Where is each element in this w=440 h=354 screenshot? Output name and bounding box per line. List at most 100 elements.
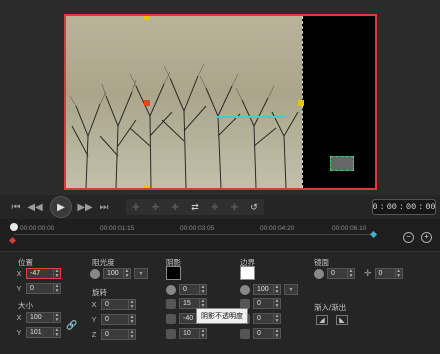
shadow-distance-input[interactable]: 10 ▲ ▼ (179, 328, 207, 339)
timecode-minutes: 00 (386, 202, 397, 212)
border-width-input[interactable]: 0 ▲ ▼ (253, 298, 281, 309)
zoom-in-icon[interactable]: + (421, 232, 432, 243)
size-x-label: X (16, 313, 22, 322)
border-dropdown[interactable]: ▼ (284, 284, 298, 295)
shadow-direction-icon (166, 313, 176, 324)
position-y-row: Y 0 ▲ ▼ (15, 283, 61, 294)
position-y-value: 0 (30, 285, 34, 292)
border-radius-input[interactable]: 0 ▲ ▼ (253, 313, 281, 324)
zoom-out-icon[interactable]: − (403, 232, 414, 243)
size-y-input[interactable]: 101 ▲ ▼ (26, 327, 61, 338)
mirror-value: 0 (378, 270, 383, 277)
border-softness-input[interactable]: 0 ▲ ▼ (253, 328, 281, 339)
spin-arrows-icon[interactable]: ▲▼ (128, 330, 135, 339)
shadow-color-swatch[interactable] (166, 266, 181, 280)
link-icon[interactable]: 🔗 (66, 320, 77, 331)
border-softness-icon (240, 328, 250, 339)
spin-arrows-icon[interactable]: ▲▼ (53, 284, 60, 293)
spin-arrows-icon[interactable]: ▲▼ (128, 315, 135, 324)
spin-arrows-icon[interactable]: ▲▼ (394, 269, 402, 278)
overlay-object[interactable] (330, 156, 354, 171)
spin-arrows-icon[interactable]: ▲▼ (53, 269, 60, 278)
timecode-frames: 00 (425, 202, 436, 212)
border-value: 0 (257, 330, 261, 337)
rotation-x-row: X 0 ▲ ▼ (90, 299, 136, 310)
border-width-icon (240, 298, 250, 309)
previous-keyframe-icon[interactable]: ✚ (171, 202, 179, 213)
spin-arrows-icon[interactable]: ▲▼ (199, 299, 206, 308)
preview-frame[interactable] (64, 14, 377, 190)
spin-arrows-icon[interactable]: ▲▼ (273, 285, 280, 294)
position-x-input[interactable]: -47 ▲ ▼ (26, 268, 61, 279)
keyframe-marker[interactable] (8, 236, 17, 245)
rotation-z-label: Z (91, 330, 97, 339)
timecode-hours: 0 (372, 202, 378, 212)
swap-icon[interactable]: ⇄ (191, 202, 199, 213)
fade-out-icon[interactable]: ◣ (336, 315, 348, 325)
play-button[interactable]: ▶ (50, 196, 72, 218)
timecode-display[interactable]: 0 : 00 : 00 : 00 (372, 199, 436, 215)
shadow-value: 15 (183, 300, 191, 307)
reset-icon[interactable]: ↺ (250, 202, 258, 213)
ruler-tick: 00:00:03:05 (180, 225, 215, 232)
go-to-end-button[interactable]: ⏭ (98, 201, 110, 213)
next-frame-button[interactable]: ▶▶ (77, 201, 92, 213)
spin-arrows-icon[interactable]: ▲▼ (53, 328, 60, 337)
copy-keyframe-icon[interactable]: ✚ (231, 202, 239, 213)
spin-arrows-icon[interactable]: ▲▼ (53, 313, 60, 322)
border-color-swatch[interactable] (240, 266, 255, 280)
shadow-value: 0 (183, 286, 187, 293)
spin-arrows-icon[interactable]: ▲▼ (123, 269, 130, 278)
playhead[interactable] (10, 223, 18, 231)
add-keyframe-icon[interactable]: ✚ (132, 202, 140, 213)
fade-in-icon[interactable]: ◢ (316, 315, 328, 325)
keyframe-timeline[interactable]: 00:00:00:00 00:00:01:15 00:00:03:05 00:0… (0, 219, 440, 251)
position-title: 位置 (18, 258, 33, 267)
opacity-input[interactable]: 100 ▲ ▼ (103, 268, 131, 279)
shadow-input-1[interactable]: 0 ▲ ▼ (179, 284, 207, 295)
resize-handle-left[interactable] (144, 100, 150, 106)
next-keyframe-icon[interactable]: ✚ (211, 202, 219, 213)
keyframe-toolbar: ✚ ✚ ✚ ⇄ ✚ ✚ ↺ (126, 199, 264, 215)
go-to-start-button[interactable]: ⏮ (10, 201, 22, 213)
resize-handle-right[interactable] (298, 100, 304, 106)
opacity-title: 阻光度 (92, 258, 115, 267)
mirror-offset-input[interactable]: 0 ▲ ▼ (374, 268, 403, 279)
motion-path-line[interactable] (216, 116, 286, 118)
spin-arrows-icon[interactable]: ▲▼ (128, 300, 135, 309)
position-y-input[interactable]: 0 ▲ ▼ (26, 283, 61, 294)
spin-arrows-icon[interactable]: ▲▼ (199, 285, 206, 294)
ruler-tick: 00:00:04:20 (260, 225, 295, 232)
ruler-tick: 00:00:01:15 (100, 225, 135, 232)
resize-handle-top[interactable] (144, 16, 150, 20)
mirror-value: 0 (331, 270, 335, 277)
size-title: 大小 (18, 301, 33, 310)
border-opacity-input[interactable]: 100 ▲ ▼ (253, 284, 281, 295)
opacity-value: 100 (107, 270, 119, 277)
spin-arrows-icon[interactable]: ▲▼ (273, 329, 280, 338)
timecode-separator: : (379, 202, 385, 212)
border-row-1: 100 ▲ ▼ ▼ (240, 284, 298, 295)
mirror-opacity-icon (314, 268, 324, 279)
border-value: 0 (257, 315, 261, 322)
rotation-z-input[interactable]: 0 ▲ ▼ (101, 329, 136, 340)
spin-arrows-icon[interactable]: ▲▼ (347, 269, 354, 278)
size-x-input[interactable]: 100 ▲ ▼ (26, 312, 61, 323)
border-value: 100 (257, 286, 269, 293)
rotation-y-value: 0 (105, 316, 109, 323)
mirror-opacity-input[interactable]: 0 ▲ ▼ (327, 268, 355, 279)
opacity-dropdown[interactable]: ▼ (134, 268, 148, 279)
video-clip-image[interactable] (66, 16, 302, 188)
spin-arrows-icon[interactable]: ▲▼ (273, 314, 280, 323)
shadow-row-4: 10 ▲ ▼ (166, 328, 207, 339)
remove-keyframe-icon[interactable]: ✚ (152, 202, 160, 213)
spin-arrows-icon[interactable]: ▲▼ (199, 329, 206, 338)
spin-arrows-icon[interactable]: ▲▼ (273, 299, 280, 308)
resize-handle-bottom[interactable] (144, 186, 150, 188)
shadow-opacity-tooltip: 阴影不透明度 (196, 308, 248, 324)
shadow-blur-icon (166, 284, 176, 295)
rotation-y-input[interactable]: 0 ▲ ▼ (101, 314, 136, 325)
rotation-x-input[interactable]: 0 ▲ ▼ (101, 299, 136, 310)
previous-frame-button[interactable]: ◀◀ (27, 201, 42, 213)
shadow-distance-icon (166, 328, 176, 339)
